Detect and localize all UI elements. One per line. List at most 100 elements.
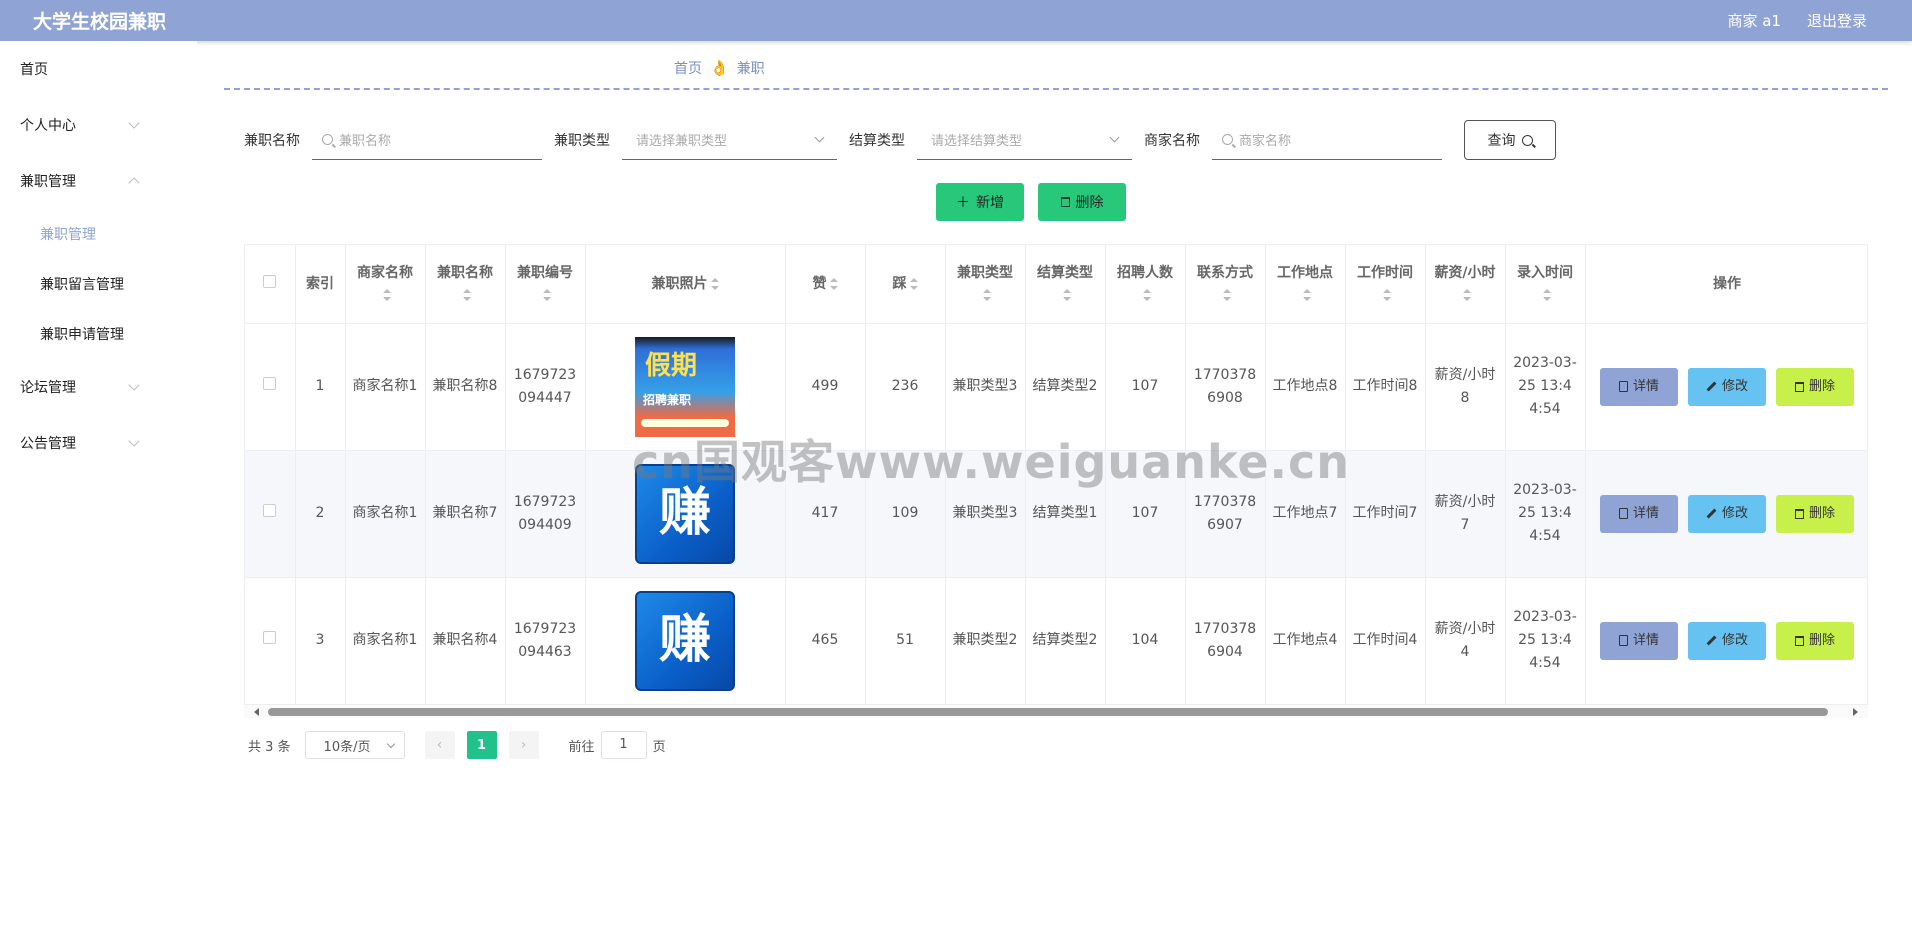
edit-button[interactable]: 修改 xyxy=(1688,621,1766,660)
sort-icon[interactable] xyxy=(1302,288,1311,302)
cell-place: 工作地点7 xyxy=(1265,450,1346,578)
sort-icon[interactable] xyxy=(1382,288,1391,302)
sidebar-subitem-job-message[interactable]: 兼职留言管理 xyxy=(0,259,197,309)
prev-page-button[interactable]: ‹ xyxy=(424,731,455,759)
col-place[interactable]: 工作地点 xyxy=(1265,245,1346,324)
sidebar-item-forum[interactable]: 论坛管理 xyxy=(0,359,197,415)
page-number-1[interactable]: 1 xyxy=(466,731,497,759)
pencil-icon xyxy=(1706,508,1717,519)
delete-button[interactable]: 删除 xyxy=(1776,494,1854,533)
edit-button[interactable]: 修改 xyxy=(1688,367,1766,406)
detail-button[interactable]: 详情 xyxy=(1600,494,1678,533)
chevron-down-icon xyxy=(128,117,140,129)
chevron-down-icon xyxy=(128,379,140,391)
col-code[interactable]: 兼职编号 xyxy=(505,245,586,324)
document-icon xyxy=(1618,381,1628,392)
delete-button[interactable]: 删除 xyxy=(1776,621,1854,660)
job-type-select[interactable]: 请选择兼职类型 xyxy=(622,120,837,160)
batch-delete-button[interactable]: 删除 xyxy=(1038,183,1126,221)
chevron-down-icon xyxy=(814,132,825,143)
sort-icon[interactable] xyxy=(1542,288,1551,302)
sort-icon[interactable] xyxy=(829,277,838,291)
sort-icon[interactable] xyxy=(909,277,918,291)
sort-icon[interactable] xyxy=(1222,288,1231,302)
detail-button[interactable]: 详情 xyxy=(1600,621,1678,660)
pencil-icon xyxy=(1706,381,1717,392)
cell-actions: 详情 修改 删除 xyxy=(1585,450,1867,578)
row-checkbox[interactable] xyxy=(263,631,277,644)
sidebar-item-home[interactable]: 首页 xyxy=(0,41,197,97)
sort-icon[interactable] xyxy=(542,288,551,302)
sidebar-subitem-job-manage[interactable]: 兼职管理 xyxy=(0,209,197,259)
horizontal-scrollbar[interactable] xyxy=(244,704,1868,718)
user-name[interactable]: 商家 a1 xyxy=(1727,10,1781,31)
chevron-down-icon xyxy=(1109,132,1120,143)
scrollbar-thumb[interactable] xyxy=(268,708,1828,716)
row-checkbox[interactable] xyxy=(263,504,277,517)
document-icon xyxy=(1618,635,1628,646)
cell-code: 1679723094447 xyxy=(505,323,586,451)
cell-place: 工作地点8 xyxy=(1265,323,1346,451)
logout-link[interactable]: 退出登录 xyxy=(1807,10,1867,31)
col-name[interactable]: 兼职名称 xyxy=(425,245,506,324)
edit-button[interactable]: 修改 xyxy=(1688,494,1766,533)
job-name-input[interactable]: 兼职名称 xyxy=(312,120,542,160)
top-right: 商家 a1 退出登录 xyxy=(1727,10,1867,31)
col-shop[interactable]: 商家名称 xyxy=(345,245,426,324)
plus-icon: ＋ xyxy=(956,195,970,211)
col-down[interactable]: 踩 xyxy=(865,245,946,324)
sort-icon[interactable] xyxy=(982,288,991,302)
shop-name-input[interactable]: 商家名称 xyxy=(1212,120,1442,160)
col-photo[interactable]: 兼职照片 xyxy=(585,245,786,324)
add-button[interactable]: ＋新增 xyxy=(936,183,1024,221)
col-stype[interactable]: 结算类型 xyxy=(1025,245,1106,324)
col-created[interactable]: 录入时间 xyxy=(1505,245,1586,324)
ok-hand-icon: 👌 xyxy=(710,59,729,77)
col-jtype[interactable]: 兼职类型 xyxy=(945,245,1026,324)
row-checkbox[interactable] xyxy=(263,377,277,390)
col-index: 索引 xyxy=(295,245,346,324)
page-size-select[interactable]: 10条/页 xyxy=(304,731,405,759)
row-select-cell xyxy=(245,577,296,705)
query-button[interactable]: 查询 xyxy=(1464,120,1556,160)
sidebar-subitem-job-apply[interactable]: 兼职申请管理 xyxy=(0,309,197,359)
pencil-icon xyxy=(1706,635,1717,646)
sidebar-item-jobs[interactable]: 兼职管理 xyxy=(0,153,197,209)
cell-jtype: 兼职类型3 xyxy=(945,450,1026,578)
table-row: 3 商家名称1 兼职名称4 1679723094463 赚 465 51 兼职类型2 结算类型2… xyxy=(245,577,1867,705)
next-page-button[interactable]: › xyxy=(508,731,539,759)
sort-icon[interactable] xyxy=(1062,288,1071,302)
sidebar-item-personal[interactable]: 个人中心 xyxy=(0,97,197,153)
col-count[interactable]: 招聘人数 xyxy=(1105,245,1186,324)
cell-count: 107 xyxy=(1105,450,1186,578)
cell-time: 工作时间8 xyxy=(1345,323,1426,451)
delete-button[interactable]: 删除 xyxy=(1776,367,1854,406)
sidebar-item-notice[interactable]: 公告管理 xyxy=(0,415,197,471)
cell-stype: 结算类型1 xyxy=(1025,450,1106,578)
scroll-left-icon[interactable] xyxy=(254,708,259,716)
cell-time: 工作时间7 xyxy=(1345,450,1426,578)
sort-icon[interactable] xyxy=(710,277,719,291)
cell-jtype: 兼职类型3 xyxy=(945,323,1026,451)
select-all-checkbox[interactable] xyxy=(263,274,277,288)
job-photo[interactable]: 假期 招聘兼职 xyxy=(635,336,735,437)
job-photo[interactable]: 赚 xyxy=(635,590,735,691)
settle-type-select[interactable]: 请选择结算类型 xyxy=(917,120,1132,160)
breadcrumb-home[interactable]: 首页 xyxy=(674,58,702,78)
job-photo[interactable]: 赚 xyxy=(635,463,735,564)
cell-index: 2 xyxy=(295,450,346,578)
sort-icon[interactable] xyxy=(1462,288,1471,302)
goto-page-input[interactable]: 1 xyxy=(600,731,647,759)
col-time[interactable]: 工作时间 xyxy=(1345,245,1426,324)
sort-icon[interactable] xyxy=(462,288,471,302)
sort-icon[interactable] xyxy=(1142,288,1151,302)
col-pay[interactable]: 薪资/小时 xyxy=(1425,245,1506,324)
cell-photo: 赚 xyxy=(585,450,786,578)
col-phone[interactable]: 联系方式 xyxy=(1185,245,1266,324)
app-title: 大学生校园兼职 xyxy=(33,11,167,33)
col-up[interactable]: 赞 xyxy=(785,245,866,324)
scroll-right-icon[interactable] xyxy=(1853,708,1858,716)
sort-icon[interactable] xyxy=(382,288,391,302)
col-actions: 操作 xyxy=(1585,245,1867,324)
detail-button[interactable]: 详情 xyxy=(1600,367,1678,406)
